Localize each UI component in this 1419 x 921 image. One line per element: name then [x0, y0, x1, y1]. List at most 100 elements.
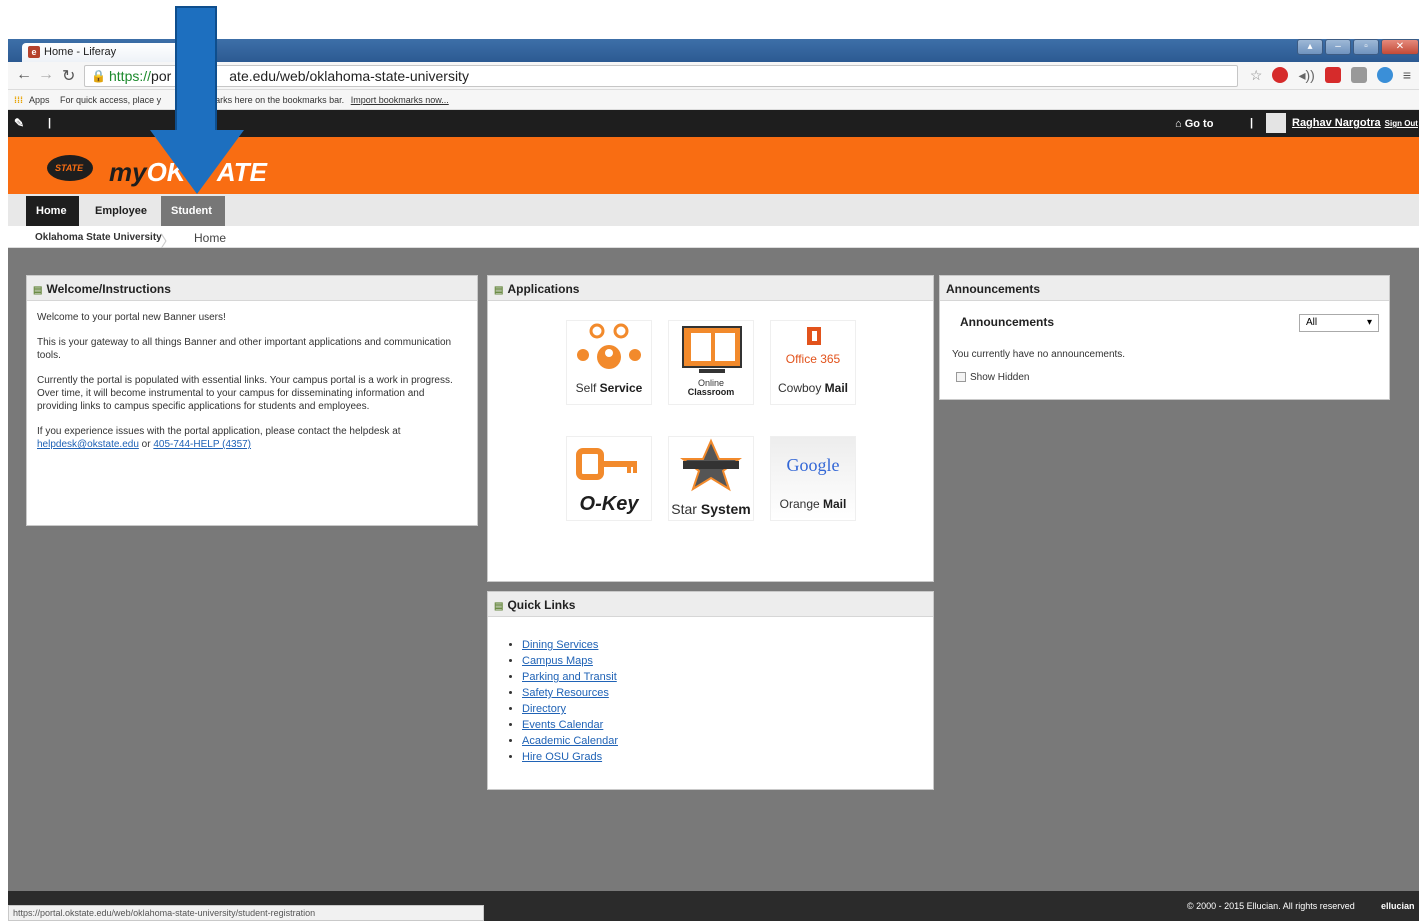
address-bar[interactable]: 🔒 https://por ate.edu/web/oklahoma-state-…	[84, 65, 1238, 87]
user-avatar[interactable]	[1266, 113, 1286, 133]
cowboy-mail-pre: Cowboy	[777, 381, 825, 395]
apps-grid-icon[interactable]: ⁞⁞⁞	[14, 95, 23, 105]
office365-badge: Office 365	[785, 352, 841, 366]
link-academic-calendar[interactable]: Academic Calendar	[522, 735, 618, 747]
link-campus-maps[interactable]: Campus Maps	[522, 655, 593, 667]
orange-mail-label: Orange Mail	[771, 497, 855, 511]
breadcrumb-home[interactable]: Home	[194, 231, 226, 245]
helpdesk-phone-link[interactable]: 405-744-HELP (4357)	[153, 439, 251, 450]
show-hidden-checkbox[interactable]: Show Hidden	[956, 372, 1029, 383]
welcome-portlet: ▤ Welcome/Instructions Welcome to your po…	[26, 275, 478, 526]
address-scheme: https://	[109, 68, 152, 84]
browser-toolbar: ← → ↻ 🔒 https://por ate.edu/web/oklahoma-…	[8, 62, 1419, 90]
link-safety-resources[interactable]: Safety Resources	[522, 687, 609, 699]
tab-title: Home - Liferay	[44, 46, 117, 58]
seal-text: STATE	[55, 163, 84, 173]
breadcrumb-osu[interactable]: Oklahoma State University	[35, 232, 162, 243]
helpdesk-email-link[interactable]: helpdesk@okstate.edu	[37, 439, 139, 450]
extension-square-icon[interactable]	[1350, 67, 1367, 83]
minimize-icon[interactable]: –	[1325, 39, 1351, 55]
browser-tabstrip: e Home - Liferay × ▴ – ▫ ✕	[8, 39, 1419, 62]
welcome-portlet-header: ▤ Welcome/Instructions	[27, 276, 477, 301]
online-classroom-tile[interactable]: Online Classroom	[668, 320, 754, 405]
nav-tab-employee[interactable]: Employee	[85, 196, 161, 226]
bookmarks-bar: ⁞⁞⁞ Apps For quick access, place y marks…	[8, 90, 1419, 110]
youtube-icon[interactable]	[1324, 67, 1341, 83]
o-key-bold: O-Key	[579, 493, 639, 515]
quick-links-portlet-header: ▤ Quick Links	[488, 592, 933, 617]
bookmark-apps[interactable]: Apps	[29, 95, 50, 105]
quick-links-body: Dining Services Campus Maps Parking and …	[488, 617, 933, 775]
list-item: Safety Resources	[522, 685, 923, 701]
star-system-pre: Star	[671, 501, 701, 517]
link-events-calendar[interactable]: Events Calendar	[522, 719, 603, 731]
annotation-arrow-icon	[150, 130, 244, 194]
screenshot-root: e Home - Liferay × ▴ – ▫ ✕ ← → ↻ 🔒 https…	[0, 0, 1419, 921]
nav-tab-home[interactable]: Home	[26, 196, 79, 226]
wrench-icon[interactable]: ✎	[14, 116, 24, 130]
orange-mail-pre: Orange	[779, 497, 823, 511]
self-service-label: Self Service	[567, 381, 651, 395]
menu-icon[interactable]: ≡	[1403, 67, 1411, 84]
self-service-icon	[577, 323, 641, 369]
google-logo: Google	[786, 455, 840, 475]
online-classroom-bold: Classroom	[687, 387, 735, 397]
liferay-favicon-icon: e	[28, 46, 40, 58]
sign-out-link[interactable]: Sign Out	[1385, 119, 1418, 128]
adblock-icon[interactable]	[1272, 67, 1289, 83]
quick-links-list: Dining Services Campus Maps Parking and …	[498, 637, 923, 765]
goto-menu[interactable]: ⌂ Go to	[1175, 118, 1213, 130]
show-hidden-label: Show Hidden	[970, 372, 1030, 383]
self-service-tile[interactable]: Self Service	[566, 320, 652, 405]
reload-icon[interactable]: ↻	[62, 66, 75, 86]
welcome-p4: If you experience issues with the portal…	[37, 425, 467, 451]
window-close-icon[interactable]: ✕	[1381, 39, 1419, 55]
star-bookmark-icon[interactable]: ☆	[1250, 67, 1263, 84]
applications-portlet: ▤ Applications Self Service Online Classro…	[487, 275, 934, 582]
browser-tab[interactable]: e Home - Liferay ×	[22, 43, 192, 62]
welcome-p3: Currently the portal is populated with e…	[37, 375, 453, 412]
list-item: Parking and Transit	[522, 669, 923, 685]
checkbox-box[interactable]	[956, 372, 966, 383]
o-key-tile[interactable]: O-Key	[566, 436, 652, 521]
welcome-p2: This is your gateway to all things Banne…	[37, 337, 452, 361]
star-system-label: Star System	[669, 501, 753, 517]
link-dining-services[interactable]: Dining Services	[522, 639, 598, 651]
announcements-title: Announcements	[946, 282, 1041, 296]
user-switch-icon[interactable]: ▴	[1297, 39, 1323, 55]
list-item: Directory	[522, 701, 923, 717]
lock-icon: 🔒	[91, 69, 106, 83]
self-service-bold: Service	[599, 381, 643, 395]
announcements-portlet: Announcements Announcements All ▾ You cu…	[939, 275, 1390, 400]
link-hire-osu-grads[interactable]: Hire OSU Grads	[522, 751, 602, 763]
import-bookmarks-link[interactable]: Import bookmarks now...	[351, 95, 449, 105]
star-system-tile[interactable]: Star System	[668, 436, 754, 521]
nav-tab-student[interactable]: Student	[161, 196, 225, 226]
maximize-icon[interactable]: ▫	[1353, 39, 1379, 55]
ellucian-logo[interactable]: ellucian	[1381, 901, 1415, 911]
back-arrow-icon[interactable]: ←	[16, 66, 32, 84]
forward-arrow-icon[interactable]: →	[38, 66, 54, 84]
osu-seal-logo[interactable]: STATE	[45, 153, 95, 183]
cowboy-mail-tile[interactable]: Office 365 Cowboy Mail	[770, 320, 856, 405]
orange-mail-tile[interactable]: Google Orange Mail	[770, 436, 856, 521]
link-directory[interactable]: Directory	[522, 703, 566, 715]
link-parking-transit[interactable]: Parking and Transit	[522, 671, 617, 683]
bookmarks-hint: For quick access, place y	[60, 95, 162, 105]
user-name-link[interactable]: Raghav Nargotra Sign Out	[1292, 117, 1418, 129]
extension-check-icon[interactable]	[1376, 67, 1393, 83]
list-item: Academic Calendar	[522, 733, 923, 749]
welcome-p4-text: If you experience issues with the portal…	[37, 426, 401, 437]
audio-icon[interactable]: ◂))	[1298, 67, 1314, 84]
main-nav: Home Employee Student	[8, 194, 1419, 226]
user-name: Raghav Nargotra	[1292, 117, 1381, 129]
welcome-or: or	[141, 439, 151, 450]
welcome-title: Welcome/Instructions	[46, 282, 171, 296]
chevron-down-icon: ▾	[1366, 317, 1372, 328]
quick-links-portlet: ▤Quick Links Dining Services Campus Maps…	[487, 591, 934, 790]
home-icon: ⌂	[1175, 118, 1185, 130]
online-classroom-icon	[682, 326, 742, 373]
topbar-separator-2: |	[1250, 117, 1254, 129]
announcements-filter-select[interactable]: All ▾	[1299, 314, 1379, 332]
portlet-icon: ▤	[494, 285, 504, 296]
